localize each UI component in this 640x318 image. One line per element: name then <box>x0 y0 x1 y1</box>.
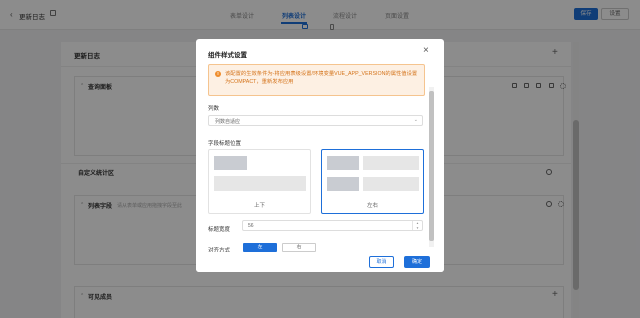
chevron-down-icon: ⌄ <box>413 117 418 123</box>
cancel-button[interactable]: 取消 <box>369 256 394 268</box>
columns-select[interactable]: 列数自适应 ⌄ <box>208 115 423 126</box>
warning-icon: ! <box>215 71 221 77</box>
label-placeholder <box>327 177 359 191</box>
columns-label: 列数 <box>208 106 220 112</box>
layout-option-top-bottom[interactable]: 上下 <box>208 149 311 214</box>
align-left-option[interactable]: 左 <box>243 243 277 252</box>
align-right-option[interactable]: 右 <box>282 243 316 252</box>
label-width-label: 标题宽度 <box>208 227 231 233</box>
label-width-value: 56 <box>248 223 254 229</box>
confirm-button[interactable]: 确定 <box>404 256 430 268</box>
field-placeholder <box>363 156 419 170</box>
warning-text: 该配置的生效条件为-将应用表级设置/环境变量VUE_APP_VERSION的属性… <box>225 71 418 85</box>
label-placeholder <box>214 156 247 170</box>
stepper-icon[interactable]: ▲ ▼ <box>412 221 422 230</box>
label-position-label: 字段标题位置 <box>208 141 242 147</box>
warning-alert: ! 该配置的生效条件为-将应用表级设置/环境变量VUE_APP_VERSION的… <box>208 64 425 96</box>
dialog-scrollbar-thumb[interactable] <box>429 91 434 241</box>
field-placeholder <box>363 177 419 191</box>
layout-option-left-right-label: 左右 <box>366 203 378 209</box>
dialog-title: 组件样式设置 <box>208 52 247 59</box>
layout-option-left-right[interactable]: 左右 <box>321 149 424 214</box>
field-placeholder <box>214 176 306 191</box>
component-style-dialog: 组件样式设置 × ! 该配置的生效条件为-将应用表级设置/环境变量VUE_APP… <box>196 39 444 272</box>
dialog-footer: 取消 确定 <box>196 252 444 272</box>
layout-option-top-bottom-label: 上下 <box>253 203 265 209</box>
label-width-input[interactable]: 56 ▲ ▼ <box>242 220 423 231</box>
columns-select-value: 列数自适应 <box>215 119 241 125</box>
label-placeholder <box>327 156 359 170</box>
close-icon[interactable]: × <box>423 45 429 57</box>
